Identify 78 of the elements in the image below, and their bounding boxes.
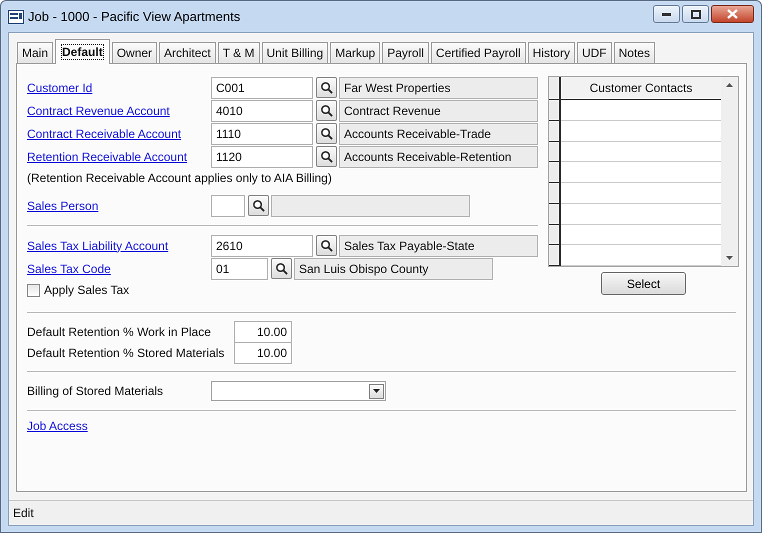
code-field[interactable]: 1110	[211, 122, 313, 144]
field-label: Default Retention % Work in Place	[27, 324, 212, 338]
percent-field[interactable]: 10.00	[234, 342, 292, 364]
column-header: Customer Contacts	[561, 77, 721, 99]
field-label: Billing of Stored Materials	[27, 384, 164, 398]
code-field[interactable]: 01	[211, 258, 268, 280]
description-field: San Luis Obispo County	[294, 258, 493, 280]
tab[interactable]: UDF	[576, 42, 612, 63]
search-icon	[320, 104, 333, 117]
field-label: Default Retention % Stored Materials	[27, 346, 226, 360]
tab[interactable]: Architect	[159, 42, 216, 63]
tab[interactable]: Certified Payroll	[430, 42, 526, 63]
row-header[interactable]	[549, 224, 561, 246]
search-icon	[275, 262, 288, 275]
status-bar: Edit	[9, 500, 753, 525]
search-icon	[320, 239, 333, 252]
row-header[interactable]	[549, 204, 561, 224]
row-header[interactable]	[549, 100, 561, 121]
scroll-up-icon[interactable]	[726, 83, 733, 87]
tab[interactable]: Unit Billing	[262, 42, 328, 63]
search-button[interactable]	[316, 146, 337, 167]
maximize-icon	[690, 10, 700, 18]
scroll-down-icon[interactable]	[726, 256, 733, 260]
description-field: Accounts Receivable-Trade	[339, 122, 538, 144]
close-button[interactable]	[711, 5, 754, 23]
minimize-button[interactable]	[653, 5, 680, 23]
description-field: Accounts Receivable-Retention	[339, 146, 538, 168]
field-label-link[interactable]: Sales Tax Liability Account	[27, 238, 168, 252]
field-label-link[interactable]: Sales Tax Code	[27, 262, 111, 276]
tab[interactable]: T & M	[218, 42, 260, 63]
search-button[interactable]	[316, 100, 337, 121]
caret-icon	[373, 389, 380, 393]
code-field[interactable]	[211, 194, 245, 216]
job-access-link[interactable]: Job Access	[27, 419, 88, 433]
field-label-link[interactable]: Contract Receivable Account	[27, 126, 182, 140]
search-button[interactable]	[248, 195, 269, 216]
checkbox[interactable]	[27, 284, 40, 296]
field-label-link[interactable]: Contract Revenue Account	[27, 104, 170, 118]
tab[interactable]: History	[528, 42, 575, 63]
field-label-link[interactable]: Customer Id	[27, 80, 92, 94]
select-button[interactable]: Select	[601, 272, 686, 295]
description-field: Sales Tax Payable-State	[339, 234, 538, 256]
tab[interactable]: Default	[55, 39, 110, 64]
row-header[interactable]	[549, 183, 561, 204]
tab[interactable]: Notes	[614, 42, 655, 63]
description-field: Contract Revenue	[339, 100, 538, 122]
search-button[interactable]	[316, 77, 337, 98]
tab[interactable]: Markup	[330, 42, 380, 63]
percent-field[interactable]: 10.00	[234, 320, 292, 342]
search-button[interactable]	[316, 235, 337, 256]
row-header[interactable]	[549, 120, 561, 142]
window-title: Job - 1000 - Pacific View Apartments	[28, 9, 240, 24]
field-label-link[interactable]: Sales Person	[27, 198, 98, 212]
row-header[interactable]	[549, 162, 561, 183]
description-field: Far West Properties	[339, 76, 538, 98]
form-icon	[8, 10, 24, 24]
minimize-icon	[662, 12, 671, 16]
search-button[interactable]	[271, 258, 292, 279]
search-button[interactable]	[316, 123, 337, 144]
tab[interactable]: Payroll	[382, 42, 429, 63]
close-icon	[727, 9, 738, 19]
maximize-button[interactable]	[682, 5, 709, 23]
code-field[interactable]: C001	[211, 76, 313, 98]
row-header[interactable]	[549, 142, 561, 162]
tab[interactable]: Owner	[112, 42, 158, 63]
code-field[interactable]: 1120	[211, 146, 313, 168]
search-icon	[320, 150, 333, 163]
code-field[interactable]: 4010	[211, 100, 313, 122]
dropdown[interactable]	[211, 381, 386, 401]
note-text: (Retention Receivable Account applies only to AIA Billing)	[27, 170, 333, 187]
search-icon	[252, 199, 265, 212]
checkbox-label: Apply Sales Tax	[44, 283, 130, 297]
field-label-link[interactable]: Retention Receivable Account	[27, 150, 188, 164]
row-header[interactable]	[549, 245, 561, 266]
search-icon	[320, 81, 333, 94]
code-field[interactable]: 2610	[211, 234, 313, 256]
search-icon	[320, 127, 333, 140]
tab[interactable]: Main	[17, 42, 54, 63]
